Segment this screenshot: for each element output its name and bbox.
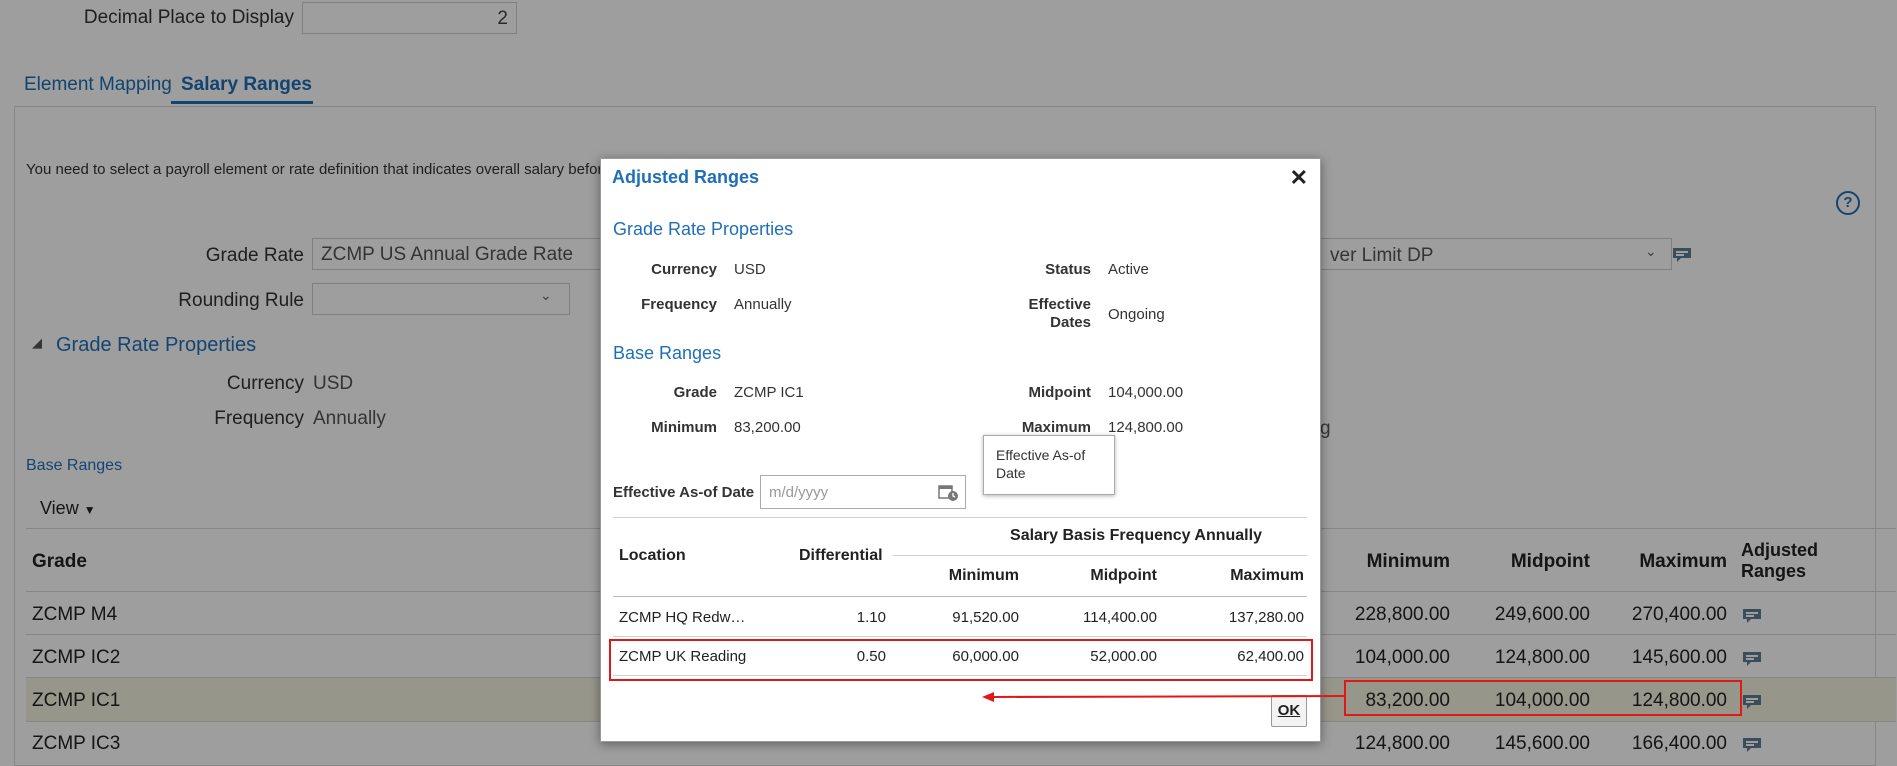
dialog-col-location: Location xyxy=(619,547,686,564)
red-arrow xyxy=(982,692,1347,702)
tooltip-line1: Effective As-of xyxy=(996,447,1086,463)
dialog-table-top-line xyxy=(613,517,1307,518)
dialog-status-label: Status xyxy=(1045,261,1091,278)
dialog-maximum-label: Maximum xyxy=(1021,419,1091,436)
dialog-currency-label: Currency xyxy=(651,261,717,278)
dialog-minimum-value: 83,200.00 xyxy=(734,419,801,436)
dialog-frequency-value: Annually xyxy=(734,296,792,313)
dialog-col-group-header: Salary Basis Frequency Annually xyxy=(1010,527,1262,544)
effective-dates-line1: Effective xyxy=(1028,296,1091,313)
dialog-group-line xyxy=(893,555,1307,556)
effective-dates-line2: Dates xyxy=(1050,314,1091,331)
dialog-row-location: ZCMP HQ Redw… xyxy=(619,609,746,626)
dialog-row-maximum: 137,280.00 xyxy=(1228,609,1304,626)
close-icon[interactable]: ✕ xyxy=(1290,165,1308,191)
dialog-status-value: Active xyxy=(1108,261,1149,278)
dialog-row-minimum: 91,520.00 xyxy=(952,609,1019,626)
dialog-midpoint-value: 104,000.00 xyxy=(1108,384,1184,401)
dialog-effective-dates-label: Effective Dates xyxy=(971,296,1091,332)
dialog-grade-rate-properties-title: Grade Rate Properties xyxy=(613,219,794,239)
highlight-box-background xyxy=(1344,680,1742,716)
dialog-row-line xyxy=(613,636,1307,637)
dialog-col-differential: Differential xyxy=(799,547,883,564)
effective-asof-label: Effective As-of Date xyxy=(613,484,755,501)
tooltip-line2: Date xyxy=(996,465,1026,481)
dialog-effective-dates-value: Ongoing xyxy=(1108,306,1165,323)
effective-asof-input[interactable]: m/d/yyyy xyxy=(760,475,966,509)
dialog-col-midpoint: Midpoint xyxy=(1090,567,1157,584)
dialog-frequency-label: Frequency xyxy=(641,296,717,313)
dialog-grade-label: Grade xyxy=(673,384,717,401)
dialog-col-minimum: Minimum xyxy=(948,567,1019,584)
dialog-row-differential: 1.10 xyxy=(856,609,886,626)
dialog-maximum-value: 124,800.00 xyxy=(1108,419,1184,436)
dialog-currency-value: USD xyxy=(734,261,766,278)
dialog-grade-value: ZCMP IC1 xyxy=(734,384,804,401)
dialog-base-ranges-title: Base Ranges xyxy=(613,343,722,363)
dialog-title: Adjusted Ranges xyxy=(612,167,760,187)
calendar-icon[interactable] xyxy=(937,482,959,507)
effective-date-tooltip: Effective As-of Date xyxy=(983,435,1115,495)
dialog-midpoint-label: Midpoint xyxy=(1028,384,1091,401)
dialog-header-line xyxy=(613,596,1307,597)
effective-asof-placeholder: m/d/yyyy xyxy=(769,484,829,501)
dialog-minimum-label: Minimum xyxy=(651,419,717,436)
dialog-row-midpoint: 114,400.00 xyxy=(1083,609,1157,626)
adjusted-ranges-dialog: Adjusted Ranges ✕ Grade Rate Properties … xyxy=(600,158,1321,742)
highlight-box-dialog xyxy=(609,639,1313,681)
dialog-col-maximum: Maximum xyxy=(1230,567,1304,584)
